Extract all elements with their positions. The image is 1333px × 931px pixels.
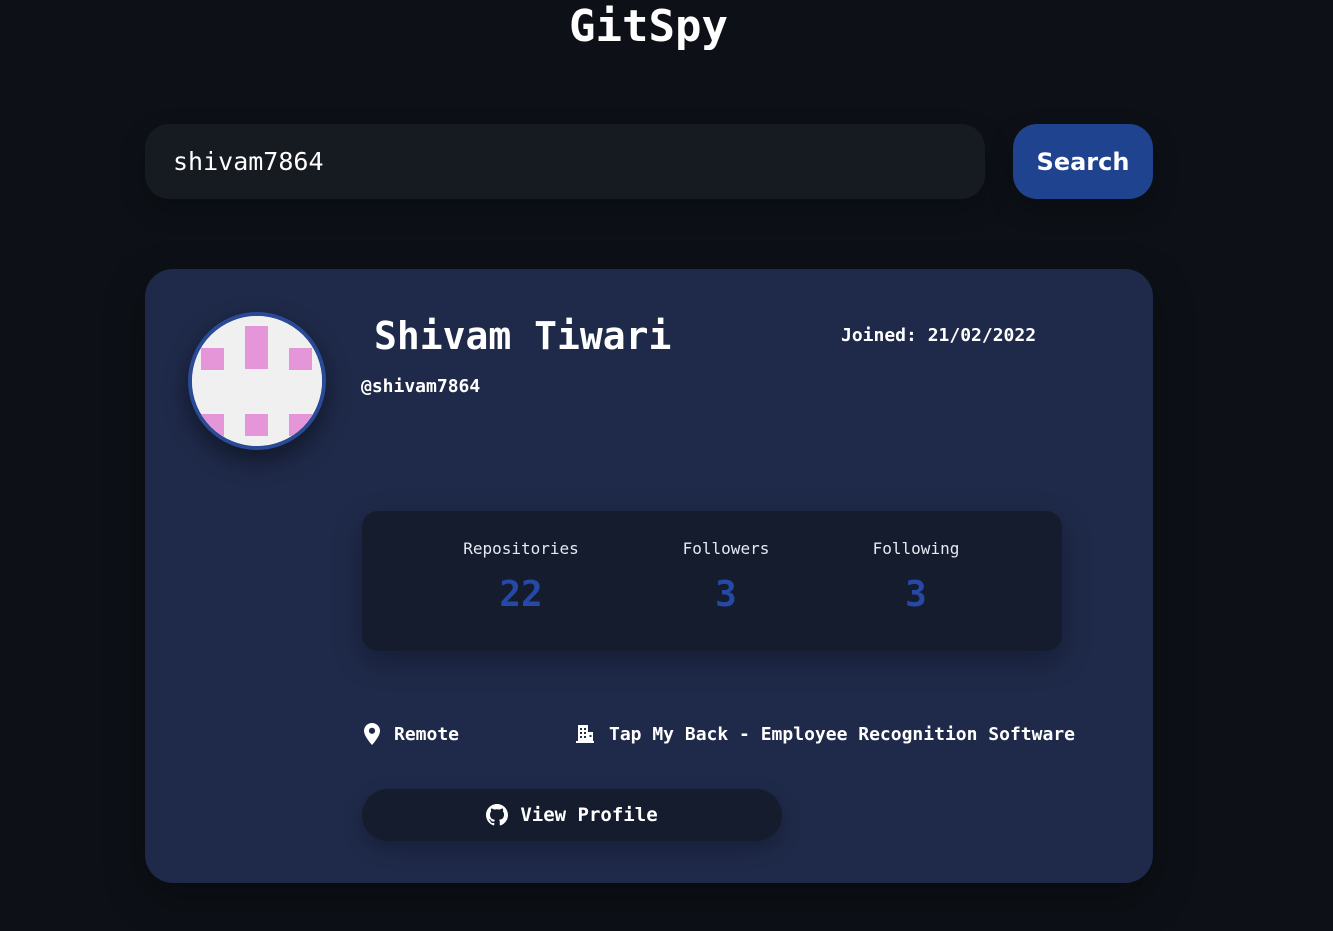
user-handle: @shivam7864 bbox=[361, 376, 481, 397]
github-icon bbox=[486, 804, 509, 826]
stat-value: 3 bbox=[905, 574, 927, 615]
location-text: Remote bbox=[394, 723, 460, 745]
stat-following: Following 3 bbox=[816, 539, 1016, 615]
stats-panel: Repositories 22 Followers 3 Following 3 bbox=[362, 511, 1062, 651]
location-info: Remote bbox=[364, 719, 459, 749]
stat-value: 22 bbox=[499, 574, 543, 615]
view-profile-label: View Profile bbox=[520, 804, 658, 826]
building-icon bbox=[576, 725, 594, 743]
user-name: Shivam Tiwari bbox=[374, 314, 672, 358]
app-title: GitSpy bbox=[569, 1, 728, 52]
identicon-avatar bbox=[192, 316, 322, 446]
stat-value: 3 bbox=[715, 574, 737, 615]
search-button[interactable]: Search bbox=[1013, 124, 1153, 199]
profile-card: Shivam Tiwari Joined: 21/02/2022 @shivam… bbox=[145, 269, 1153, 883]
stat-label: Repositories bbox=[463, 539, 579, 558]
view-profile-button[interactable]: View Profile bbox=[362, 789, 782, 841]
company-text: Tap My Back - Employee Recognition Softw… bbox=[609, 723, 1075, 745]
company-info: Tap My Back - Employee Recognition Softw… bbox=[575, 719, 1075, 749]
stat-label: Followers bbox=[682, 539, 770, 558]
search-input[interactable] bbox=[145, 124, 985, 199]
stat-label: Following bbox=[872, 539, 960, 558]
stat-repositories: Repositories 22 bbox=[421, 539, 621, 615]
map-pin-icon bbox=[364, 723, 380, 745]
stat-followers: Followers 3 bbox=[626, 539, 826, 615]
joined-date: Joined: 21/02/2022 bbox=[841, 325, 1037, 346]
search-bar: Search bbox=[145, 124, 1153, 199]
avatar bbox=[188, 312, 326, 450]
